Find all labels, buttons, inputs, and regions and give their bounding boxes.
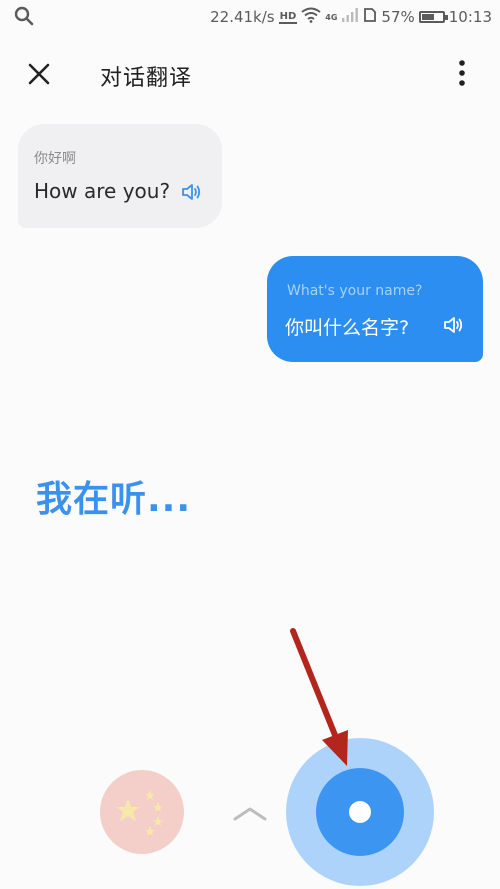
hd-badge: HD	[278, 10, 298, 24]
translated-text: How are you?	[34, 179, 171, 203]
mic-inner-circle	[316, 768, 404, 856]
chevron-up-icon	[233, 807, 267, 821]
signal-icon	[341, 7, 359, 27]
switch-language-button[interactable]	[232, 803, 268, 823]
close-button[interactable]	[24, 59, 54, 89]
china-flag-icon	[116, 790, 163, 836]
language-button[interactable]	[100, 770, 184, 854]
battery-icon	[418, 11, 448, 23]
speaker-icon[interactable]	[181, 182, 203, 206]
battery-percent: 57%	[381, 8, 415, 26]
listening-status: 我在听...	[36, 479, 192, 520]
original-text: What's your name?	[287, 283, 423, 299]
page-title: 对话翻译	[100, 66, 193, 91]
translated-text: 你叫什么名字?	[285, 317, 410, 339]
message-bubble-sent[interactable]: What's your name? 你叫什么名字?	[267, 256, 483, 362]
search-icon	[14, 6, 34, 30]
record-dot-icon	[349, 801, 371, 823]
app-header: 对话翻译	[0, 50, 500, 96]
status-bar: 22.41k/s HD 4G 57% 10:13	[0, 0, 500, 36]
microphone-button[interactable]	[286, 738, 434, 886]
wifi-icon	[301, 7, 321, 27]
close-icon	[28, 63, 50, 85]
message-bubble-received[interactable]: 你好啊 How are you?	[18, 124, 222, 228]
original-text: 你好啊	[34, 151, 76, 167]
network-type: 4G	[325, 12, 338, 22]
more-options-button[interactable]	[448, 56, 476, 90]
screen: 22.41k/s HD 4G 57% 10:13 对话翻译 你好啊 How ar…	[0, 0, 500, 889]
network-speed: 22.41k/s	[210, 8, 275, 26]
sim-icon	[363, 7, 377, 27]
battery-level	[421, 14, 435, 20]
speaker-icon[interactable]	[443, 315, 465, 339]
more-vertical-icon	[459, 60, 465, 86]
clock: 10:13	[448, 8, 492, 26]
